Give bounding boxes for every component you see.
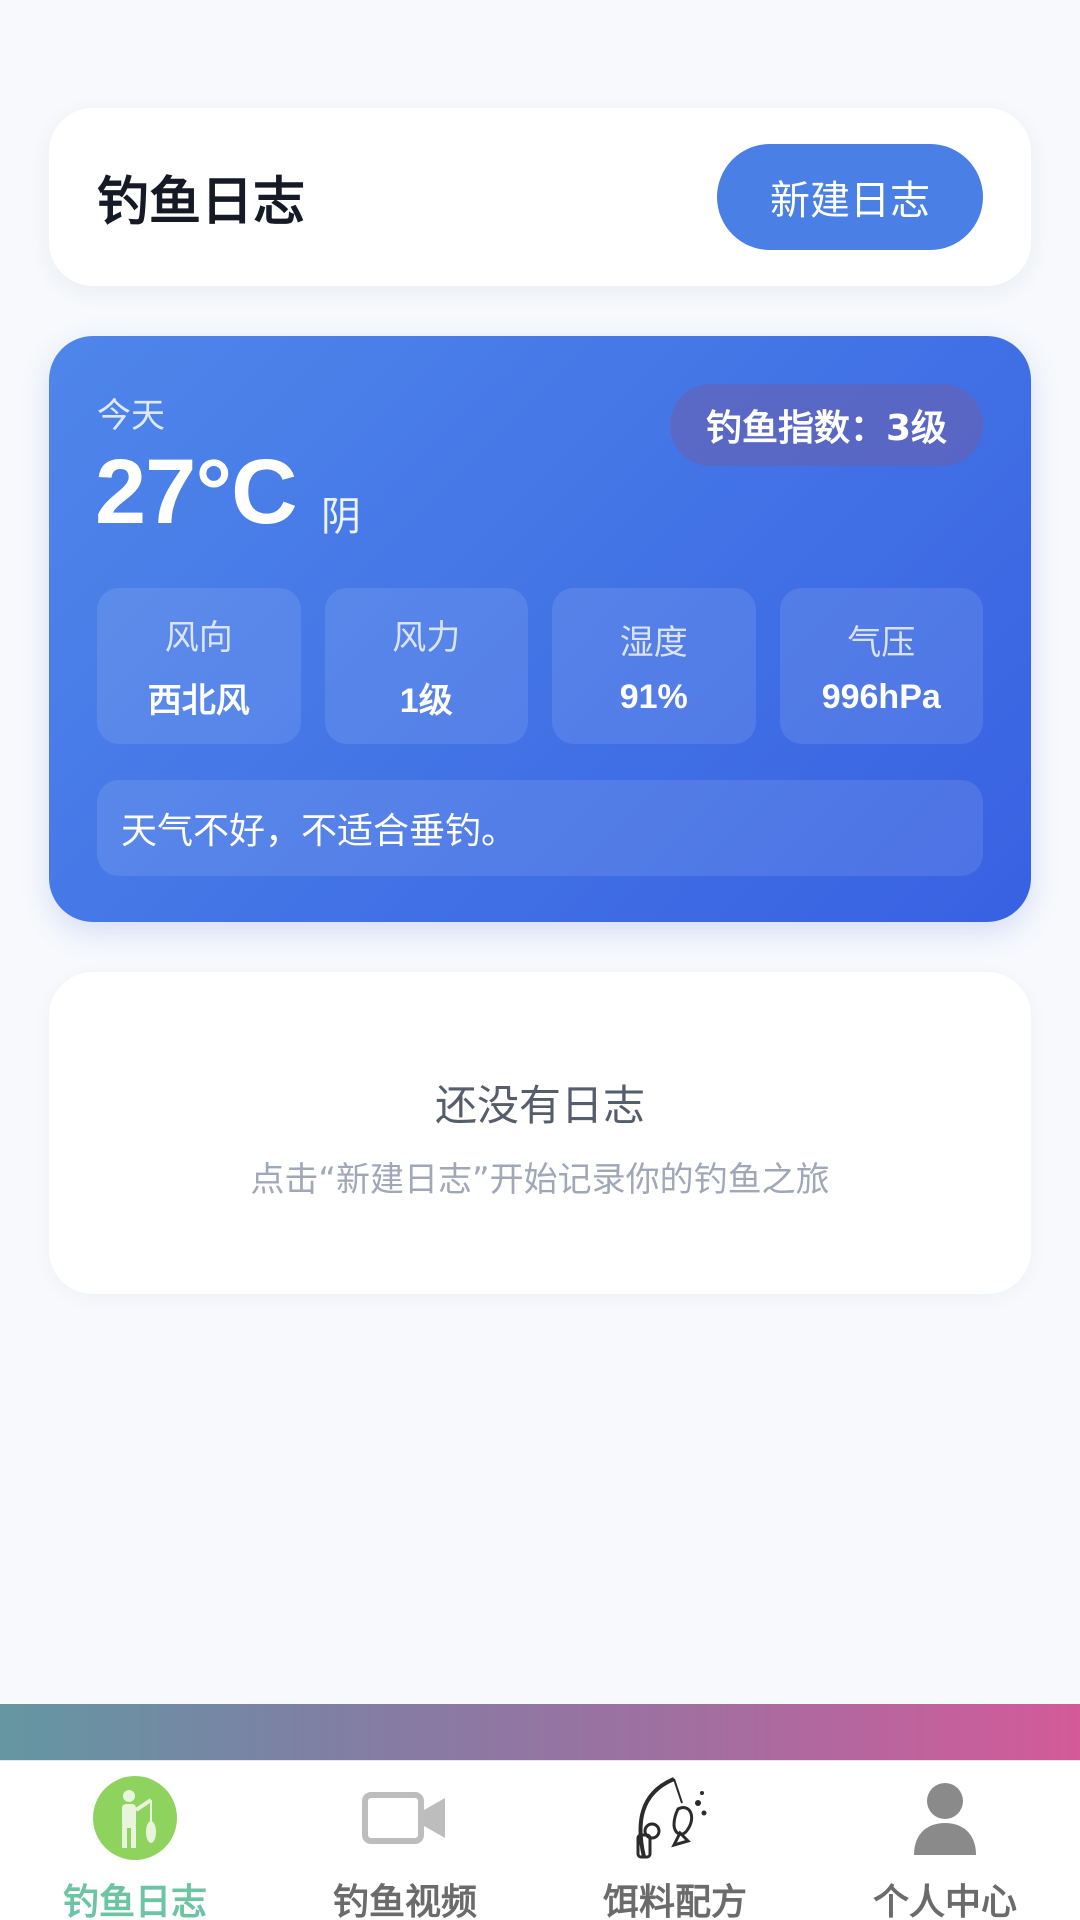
stat-label: 风向 — [164, 618, 233, 658]
fisherman-icon — [90, 1773, 180, 1863]
stat-value: 996hPa — [821, 678, 941, 716]
temperature: 27°C — [95, 441, 298, 543]
stat-wind-direction: 风向 西北风 — [97, 588, 301, 744]
new-log-button[interactable]: 新建日志 — [717, 144, 983, 250]
stat-value: 1级 — [399, 682, 453, 720]
empty-state-card: 还没有日志 点击“新建日志”开始记录你的钓鱼之旅 — [49, 972, 1031, 1294]
tab-fishing-video[interactable]: 钓鱼视频 — [270, 1761, 540, 1920]
video-camera-icon — [360, 1773, 450, 1863]
tab-label: 个人中心 — [872, 1882, 1017, 1920]
empty-state-hint: 点击“新建日志”开始记录你的钓鱼之旅 — [250, 1160, 830, 1200]
stat-value: 91% — [619, 678, 688, 716]
page: 钓鱼日志 新建日志 今天 27°C 阴 钓鱼指数：3级 风向 西北风 风力 1级… — [0, 0, 1080, 1920]
empty-state-title: 还没有日志 — [434, 1081, 645, 1130]
weather-card: 今天 27°C 阴 钓鱼指数：3级 风向 西北风 风力 1级 湿度 91% 气压… — [49, 336, 1031, 922]
weather-condition: 阴 — [321, 494, 361, 540]
header-card: 钓鱼日志 新建日志 — [49, 108, 1031, 286]
user-icon — [900, 1773, 990, 1863]
stat-label: 风力 — [392, 618, 461, 658]
fishing-index-badge: 钓鱼指数：3级 — [669, 384, 983, 466]
tab-profile[interactable]: 个人中心 — [810, 1761, 1080, 1920]
tab-label: 饵料配方 — [602, 1882, 747, 1920]
tab-label: 钓鱼日志 — [62, 1882, 207, 1920]
weather-stats: 风向 西北风 风力 1级 湿度 91% 气压 996hPa — [97, 588, 983, 744]
stat-humidity: 湿度 91% — [552, 588, 756, 744]
stat-wind-force: 风力 1级 — [324, 588, 528, 744]
stat-value: 西北风 — [147, 682, 250, 720]
bottom-tab-bar: 钓鱼日志 钓鱼视频 饵料配方 个人中心 — [0, 1760, 1080, 1920]
tab-bait-recipe[interactable]: 饵料配方 — [540, 1761, 810, 1920]
fishing-rod-icon — [630, 1773, 720, 1863]
stat-pressure: 气压 996hPa — [779, 588, 983, 744]
page-title: 钓鱼日志 — [97, 172, 306, 233]
tab-fishing-log[interactable]: 钓鱼日志 — [0, 1761, 270, 1920]
decorative-gradient-strip — [0, 1704, 1080, 1760]
weather-tip: 天气不好，不适合垂钓。 — [97, 780, 983, 876]
stat-label: 湿度 — [619, 623, 688, 663]
day-label: 今天 — [97, 396, 165, 436]
tab-label: 钓鱼视频 — [332, 1882, 477, 1920]
stat-label: 气压 — [847, 623, 916, 663]
